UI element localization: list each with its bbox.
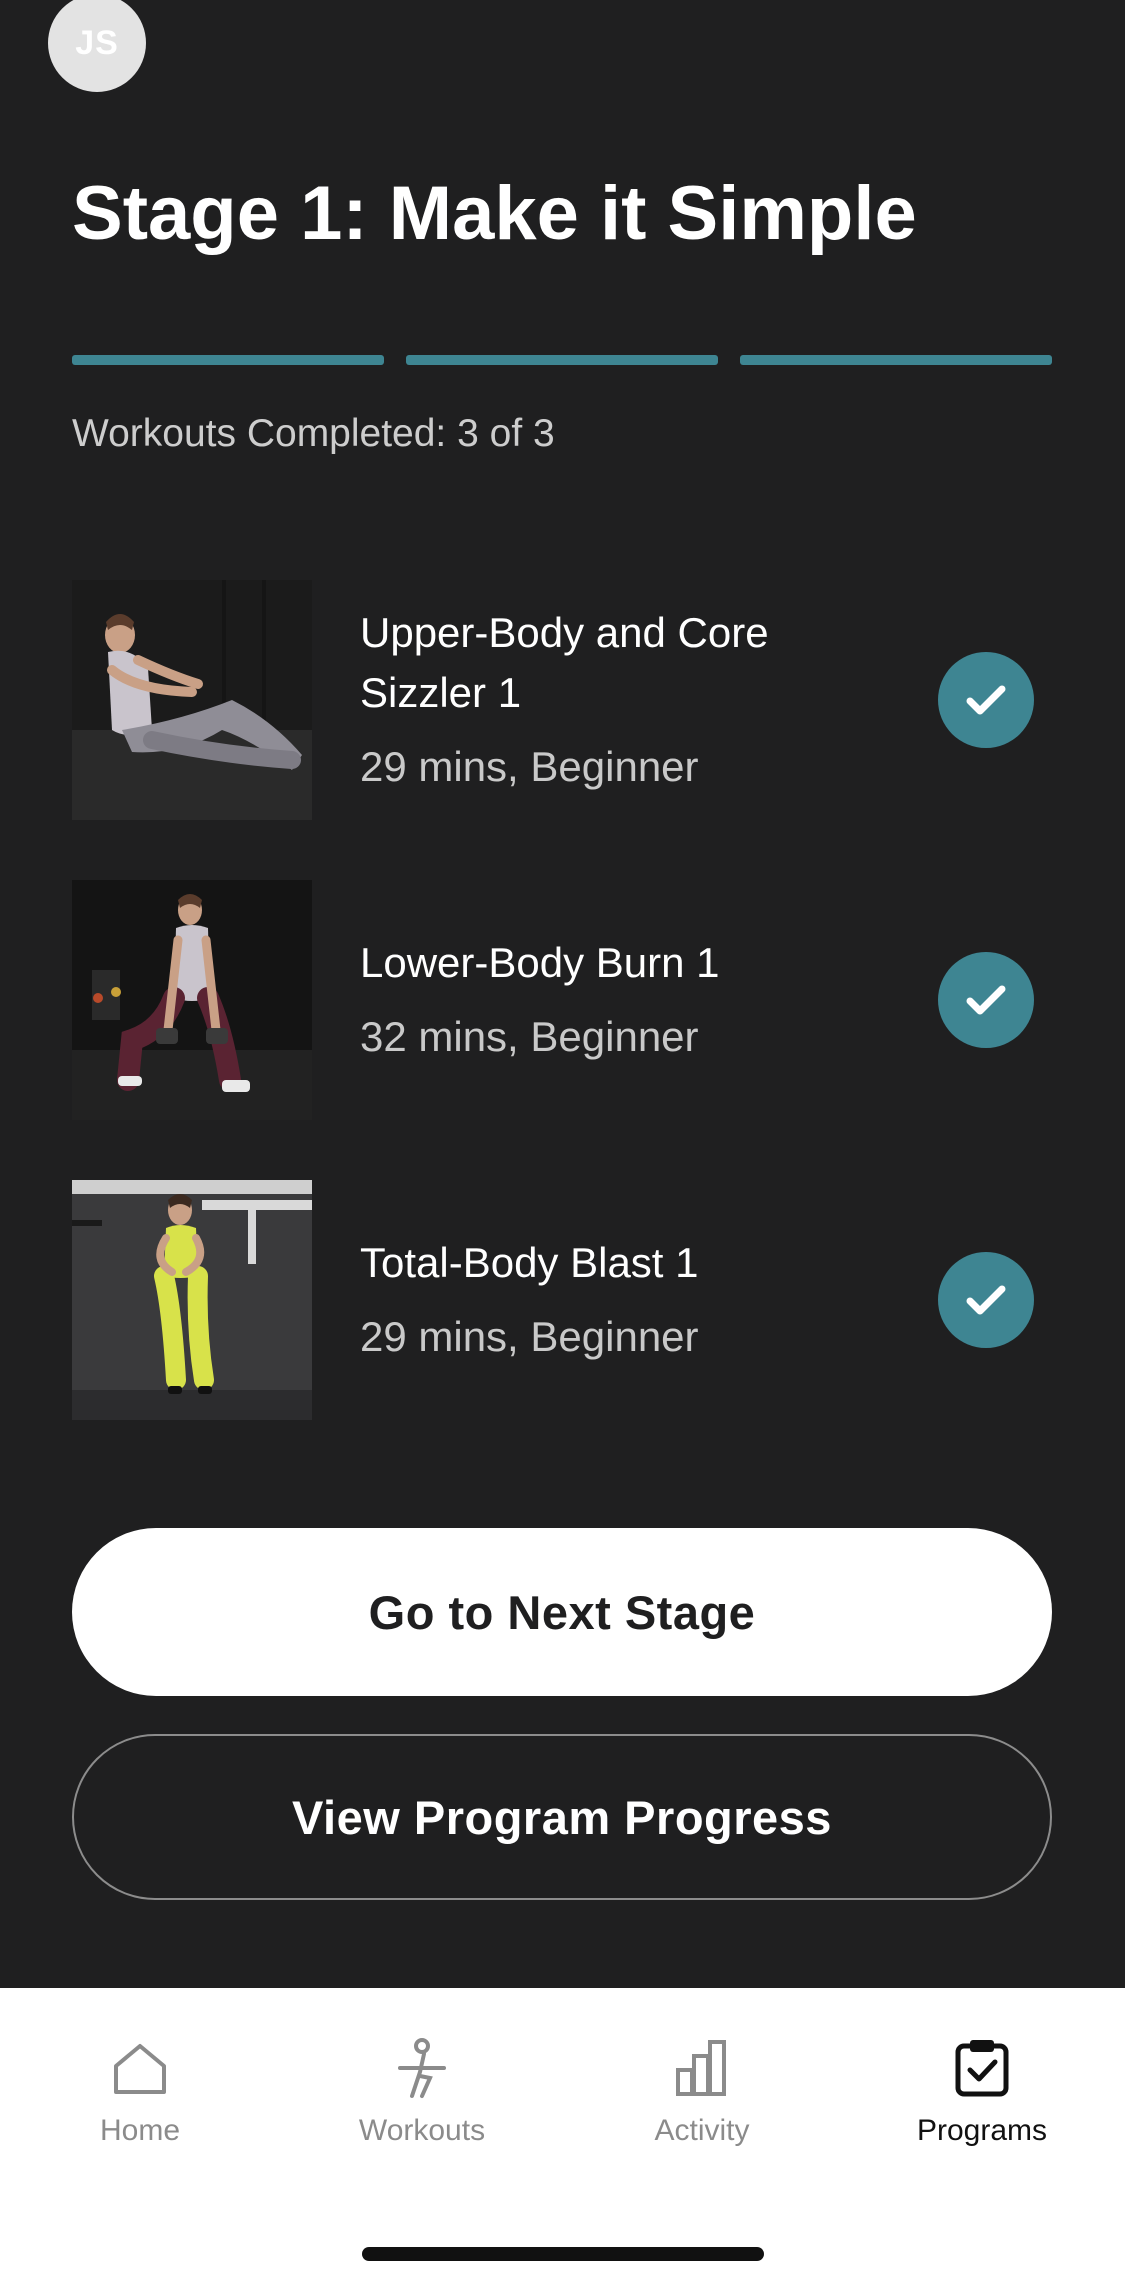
tab-workouts[interactable]: Workouts <box>322 2032 522 2148</box>
completed-check-icon <box>938 1252 1034 1348</box>
workout-item[interactable]: Upper-Body and Core Sizzler 1 29 mins, B… <box>72 580 1052 820</box>
workout-thumbnail <box>72 1180 312 1420</box>
completed-check-icon <box>938 952 1034 1048</box>
workout-figure-icon <box>322 2032 522 2104</box>
avatar-initials: JS <box>75 23 119 62</box>
tab-home[interactable]: Home <box>40 2032 240 2148</box>
workout-thumbnail <box>72 880 312 1120</box>
view-program-progress-button[interactable]: View Program Progress <box>72 1734 1052 1900</box>
tab-label: Home <box>99 2114 181 2147</box>
workouts-completed-text: Workouts Completed: 3 of 3 <box>72 412 555 455</box>
tab-activity[interactable]: Activity <box>602 2032 802 2148</box>
workout-thumbnail <box>72 580 312 820</box>
workout-name: Upper-Body and Core Sizzler 1 <box>360 609 769 716</box>
workout-meta: 32 mins, Beginner <box>360 1013 699 1060</box>
workout-item[interactable]: Lower-Body Burn 1 32 mins, Beginner <box>72 880 1052 1120</box>
progress-segment <box>72 355 384 365</box>
tab-label: Programs <box>916 2114 1048 2147</box>
go-to-next-stage-button[interactable]: Go to Next Stage <box>72 1528 1052 1696</box>
workout-list: Upper-Body and Core Sizzler 1 29 mins, B… <box>72 580 1052 1480</box>
tab-label: Workouts <box>358 2114 486 2147</box>
tab-label: Activity <box>654 2114 750 2147</box>
workout-name: Lower-Body Burn 1 <box>360 939 720 986</box>
workout-name: Total-Body Blast 1 <box>360 1239 699 1286</box>
user-avatar[interactable]: JS <box>48 0 146 92</box>
workout-meta: 29 mins, Beginner <box>360 743 699 790</box>
progress-segment <box>406 355 718 365</box>
workout-item[interactable]: Total-Body Blast 1 29 mins, Beginner <box>72 1180 1052 1420</box>
tab-programs[interactable]: Programs <box>882 2032 1082 2148</box>
bar-chart-icon <box>602 2032 802 2104</box>
workout-meta: 29 mins, Beginner <box>360 1313 699 1360</box>
home-icon <box>40 2032 240 2104</box>
progress-segment <box>740 355 1052 365</box>
stage-title: Stage 1: Make it Simple <box>72 171 917 256</box>
stage-progress-bar <box>72 355 1052 365</box>
bottom-tab-bar: Home Workouts Activity Programs <box>0 1988 1125 2284</box>
home-indicator <box>362 2247 764 2261</box>
clipboard-check-icon <box>882 2032 1082 2104</box>
completed-check-icon <box>938 652 1034 748</box>
